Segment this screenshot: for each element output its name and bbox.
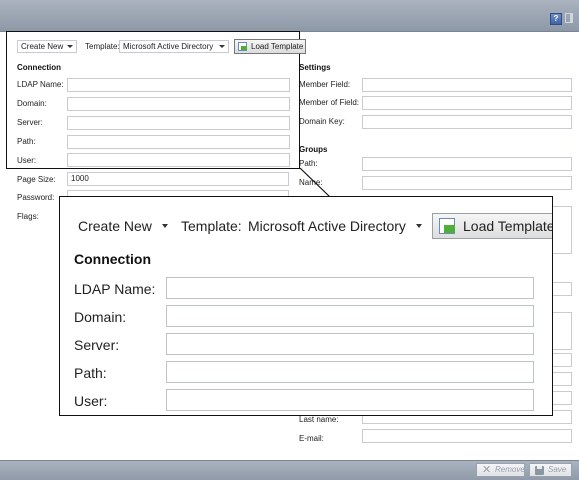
template-label: Template: (85, 42, 120, 51)
template-value: Microsoft Active Directory (123, 42, 214, 51)
member-field-label: Member Field: (299, 80, 351, 89)
remove-icon: ✕ (482, 464, 492, 476)
zoom-load-template-label: Load Template (463, 218, 553, 234)
help-icon[interactable]: ? (550, 13, 562, 25)
groups-heading: Groups (299, 145, 328, 154)
remove-label: Remove (495, 465, 525, 474)
zoom-user-label: User: (74, 393, 108, 409)
path-label: Path: (17, 137, 36, 146)
zoom-user-input[interactable] (166, 389, 534, 411)
create-new-value: Create New (21, 42, 64, 51)
member-of-field-input[interactable] (362, 96, 572, 110)
zoom-template-value: Microsoft Active Directory (248, 218, 406, 234)
create-new-dropdown[interactable]: Create New (17, 40, 77, 53)
password-label: Password: (17, 193, 55, 202)
settings-heading: Settings (299, 63, 331, 72)
ldap-name-input[interactable] (67, 78, 290, 92)
groups-name-input[interactable] (362, 176, 572, 190)
zoom-load-template-button[interactable]: Load Template (432, 213, 553, 239)
zoom-template-label: Template: (181, 218, 242, 234)
page-size-input[interactable]: 1000 (67, 172, 289, 186)
user-input[interactable] (67, 153, 290, 167)
domain-label: Domain: (17, 99, 47, 108)
save-icon (535, 466, 544, 475)
path-input[interactable] (67, 135, 290, 149)
zoom-create-new-dropdown[interactable]: Create New (76, 215, 172, 237)
load-template-icon (238, 42, 247, 51)
zoom-ldap-name-label: LDAP Name: (74, 281, 156, 297)
zoom-domain-label: Domain: (74, 309, 127, 325)
zoom-domain-input[interactable] (166, 305, 534, 327)
server-input[interactable] (67, 116, 290, 130)
flags-label: Flags: (17, 212, 39, 221)
load-template-label: Load Template (251, 42, 304, 51)
member-of-field-label: Member of Field: (299, 98, 360, 107)
email-input[interactable] (362, 429, 572, 443)
last-name-label: Last name: (299, 415, 339, 424)
chevron-down-icon (416, 224, 422, 228)
zoom-ldap-name-input[interactable] (166, 277, 534, 299)
chevron-down-icon (67, 45, 73, 48)
zoom-panel: Create New Template: Microsoft Active Di… (59, 196, 553, 416)
save-button[interactable]: Save (529, 463, 572, 477)
groups-path-input[interactable] (362, 157, 572, 171)
zoom-server-label: Server: (74, 337, 120, 353)
user-label: User: (17, 156, 37, 165)
zoom-create-new-value: Create New (78, 218, 152, 234)
domain-input[interactable] (67, 97, 290, 111)
domain-key-label: Domain Key: (299, 117, 345, 126)
member-field-input[interactable] (362, 78, 572, 92)
server-label: Server: (17, 118, 43, 127)
remove-button[interactable]: ✕ Remove (476, 463, 525, 477)
domain-key-input[interactable] (362, 115, 572, 129)
load-template-icon (439, 218, 455, 234)
zoom-connector (299, 167, 331, 198)
chevron-down-icon (162, 224, 168, 228)
zoom-path-label: Path: (74, 365, 107, 381)
zoom-server-input[interactable] (166, 333, 534, 355)
save-label: Save (548, 465, 567, 474)
exit-icon[interactable] (565, 13, 573, 23)
zoom-template-dropdown[interactable]: Microsoft Active Directory (246, 215, 426, 237)
zoom-connector-line (299, 167, 331, 198)
chevron-down-icon (219, 45, 225, 48)
template-dropdown[interactable]: Microsoft Active Directory (119, 40, 229, 53)
zoom-path-input[interactable] (166, 361, 534, 383)
top-toolbar (0, 0, 579, 32)
zoom-connection-heading: Connection (74, 251, 151, 267)
page-size-label: Page Size: (17, 175, 56, 184)
email-label: E-mail: (299, 434, 324, 443)
connection-panel: Create New Template: Microsoft Active Di… (6, 31, 306, 169)
ldap-name-label: LDAP Name: (17, 80, 64, 89)
connection-heading: Connection (17, 63, 61, 72)
load-template-button[interactable]: Load Template (234, 39, 306, 54)
